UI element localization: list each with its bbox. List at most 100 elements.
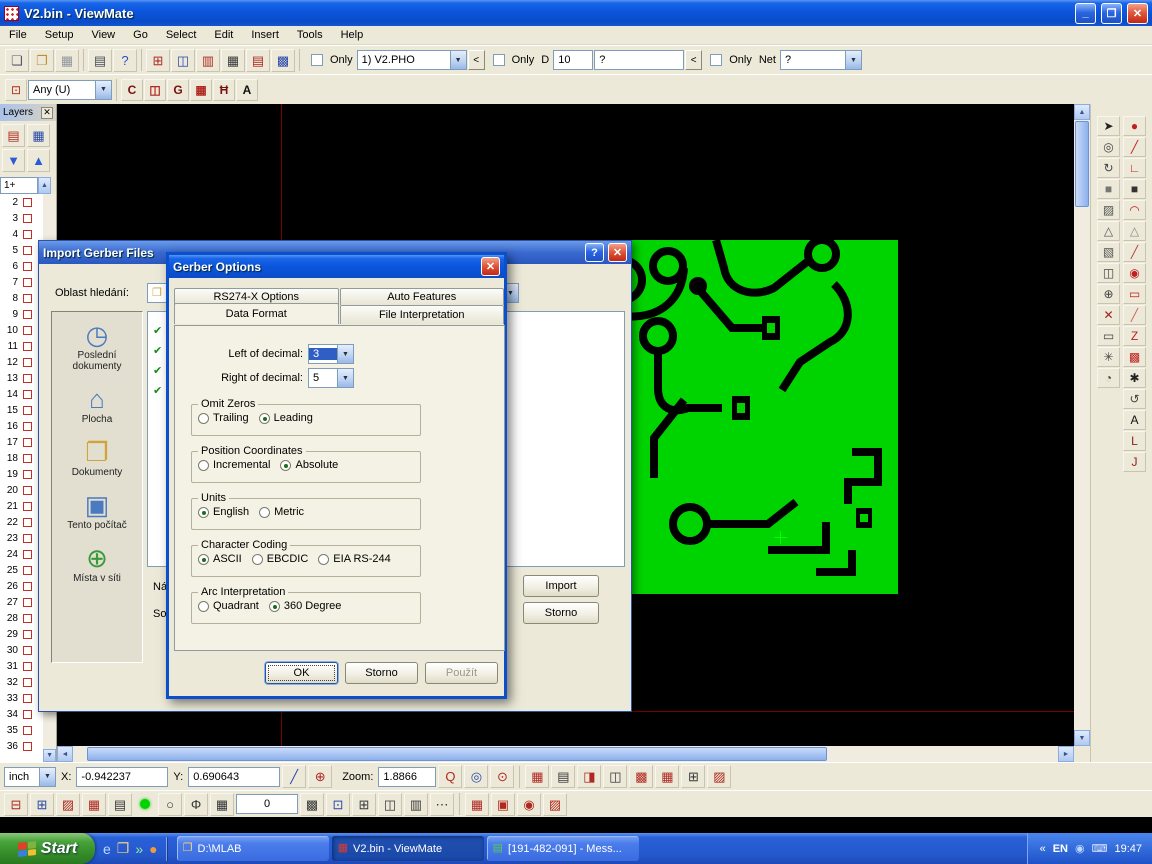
layer-row[interactable]: 22 — [0, 514, 43, 530]
layers-scroll-up-icon[interactable]: ▲ — [38, 177, 51, 194]
toolbox-button[interactable]: ↻ — [1097, 158, 1120, 178]
layer-row[interactable]: 20 — [0, 482, 43, 498]
layer-color-swatch[interactable] — [23, 486, 32, 495]
layer-row[interactable]: 5 — [0, 242, 43, 258]
toolbox-button[interactable]: ▨ — [1097, 200, 1120, 220]
radio-option[interactable]: EBCDIC — [252, 553, 309, 565]
radio-icon[interactable] — [269, 601, 280, 612]
layer-color-swatch[interactable] — [23, 694, 32, 703]
layer-color-swatch[interactable] — [23, 534, 32, 543]
toolbox-button[interactable]: ➤ — [1097, 116, 1120, 136]
snap-tool-button[interactable]: ⊡ — [326, 793, 350, 816]
left-of-decimal-select[interactable]: 3 ▼ — [308, 344, 354, 364]
show-desktop-icon[interactable]: » — [135, 841, 143, 857]
dialog-close-button[interactable]: ✕ — [608, 243, 627, 262]
chevron-down-icon[interactable]: ▼ — [39, 768, 55, 786]
layer-row[interactable]: 19 — [0, 466, 43, 482]
vertical-scrollbar[interactable]: ▲ ▼ — [1074, 104, 1090, 746]
toolbox-button[interactable]: Z — [1123, 326, 1146, 346]
x-coordinate-field[interactable]: -0.942237 — [76, 767, 168, 787]
toolbox-button[interactable]: ▧ — [1097, 242, 1120, 262]
layer-row[interactable]: 11 — [0, 338, 43, 354]
layers-close-icon[interactable]: ✕ — [41, 107, 53, 119]
toolbar-button[interactable]: ▦ — [55, 49, 79, 72]
place-item[interactable]: ◷ Poslední dokumenty — [52, 320, 142, 372]
menu-item[interactable]: Insert — [242, 27, 288, 43]
menu-item[interactable]: Help — [332, 27, 373, 43]
layer-select[interactable]: 1) V2.PHO ▼ — [357, 50, 467, 70]
only-layer-checkbox[interactable] — [311, 54, 323, 66]
layer-row[interactable]: 2 — [0, 194, 43, 210]
dcode-step-back-button[interactable]: < — [685, 50, 702, 70]
toolbox-button[interactable]: ■ — [1123, 179, 1146, 199]
cancel-button[interactable]: Storno — [345, 662, 418, 684]
layer-row[interactable]: 31 — [0, 658, 43, 674]
zoom-field[interactable]: 1.8866 — [378, 767, 436, 787]
layer-row[interactable]: 18 — [0, 450, 43, 466]
layer-row[interactable]: 8 — [0, 290, 43, 306]
task-button[interactable]: ▤ [191-482-091] - Mess... — [487, 836, 639, 861]
layer-color-swatch[interactable] — [23, 422, 32, 431]
toolbar-button[interactable]: ❐ — [30, 49, 54, 72]
browser-icon[interactable]: ● — [149, 841, 157, 857]
unit-select[interactable]: inch ▼ — [4, 767, 56, 787]
layer-row[interactable]: 30 — [0, 642, 43, 658]
layers-tool-button[interactable]: ▼ — [2, 149, 25, 172]
toolbox-button[interactable]: ▭ — [1123, 284, 1146, 304]
radio-icon[interactable] — [198, 507, 209, 518]
status2-tool-button[interactable]: ⊞ — [30, 793, 54, 816]
toolbox-button[interactable]: ╱ — [1123, 305, 1146, 325]
layer-color-swatch[interactable] — [23, 438, 32, 447]
layer-row[interactable]: 17 — [0, 434, 43, 450]
menu-item[interactable]: View — [82, 27, 124, 43]
horizontal-scrollbar[interactable]: ◄ ► — [57, 746, 1074, 762]
radio-icon[interactable] — [198, 554, 209, 565]
toolbar-button[interactable]: ? — [113, 49, 137, 72]
selection-filter-select[interactable]: Any (U) ▼ — [28, 80, 112, 100]
ok-button[interactable]: OK — [265, 662, 338, 684]
radio-option[interactable]: ASCII — [198, 553, 242, 565]
toolbox-button[interactable]: ▭ — [1097, 326, 1120, 346]
radio-option[interactable]: Metric — [259, 506, 304, 518]
layers-scroll-down-icon[interactable]: ▼ — [43, 749, 56, 762]
layer-color-swatch[interactable] — [23, 566, 32, 575]
grid-tool-button[interactable]: ▨ — [707, 765, 731, 788]
layer-row[interactable]: 36 — [0, 738, 43, 754]
snap-tool-button[interactable]: ▥ — [404, 793, 428, 816]
dcode-query-input[interactable]: ? — [594, 50, 684, 70]
toolbox-button[interactable]: ◎ — [1097, 137, 1120, 157]
chevron-down-icon[interactable]: ▼ — [450, 51, 466, 69]
layer-row[interactable]: 34 — [0, 706, 43, 722]
layer-color-swatch[interactable] — [23, 294, 32, 303]
scroll-up-icon[interactable]: ▲ — [1074, 104, 1090, 120]
layers-tool-button[interactable]: ▲ — [27, 149, 50, 172]
layer-step-back-button[interactable]: < — [468, 50, 485, 70]
layer-row[interactable]: 28 — [0, 610, 43, 626]
folder-launch-icon[interactable]: ❐ — [117, 840, 130, 857]
snap-tool-button[interactable]: ⋯ — [430, 793, 454, 816]
layer-color-swatch[interactable] — [23, 518, 32, 527]
restore-button[interactable]: ❐ — [1101, 3, 1122, 24]
dialog-help-button[interactable]: ? — [585, 243, 604, 262]
menu-item[interactable]: Select — [157, 27, 206, 43]
layer-color-swatch[interactable] — [23, 678, 32, 687]
toolbox-button[interactable]: ╱ — [1123, 137, 1146, 157]
layer-color-swatch[interactable] — [23, 358, 32, 367]
layer-row[interactable]: 26 — [0, 578, 43, 594]
toolbar-button[interactable]: ◫ — [144, 79, 166, 101]
grid-tool-button[interactable]: ◨ — [577, 765, 601, 788]
toolbar-button[interactable]: ▦ — [190, 79, 212, 101]
radio-option[interactable]: EIA RS-244 — [318, 553, 390, 565]
toolbar-button[interactable]: ❏ — [5, 49, 29, 72]
import-cancel-button[interactable]: Storno — [523, 602, 599, 624]
toolbar-button[interactable]: ▩ — [271, 49, 295, 72]
vertical-scroll-thumb[interactable] — [1075, 121, 1089, 207]
pattern-tool-button[interactable]: ▣ — [491, 793, 515, 816]
toolbar-button[interactable]: G — [167, 79, 189, 101]
grid-tool-button[interactable]: ▦ — [525, 765, 549, 788]
grid-tool-button[interactable]: ▩ — [629, 765, 653, 788]
radio-option[interactable]: Incremental — [198, 459, 270, 471]
scroll-right-icon[interactable]: ► — [1058, 746, 1074, 762]
toolbox-button[interactable]: ▩ — [1123, 347, 1146, 367]
current-layer-indicator[interactable]: 1+ — [0, 177, 38, 194]
